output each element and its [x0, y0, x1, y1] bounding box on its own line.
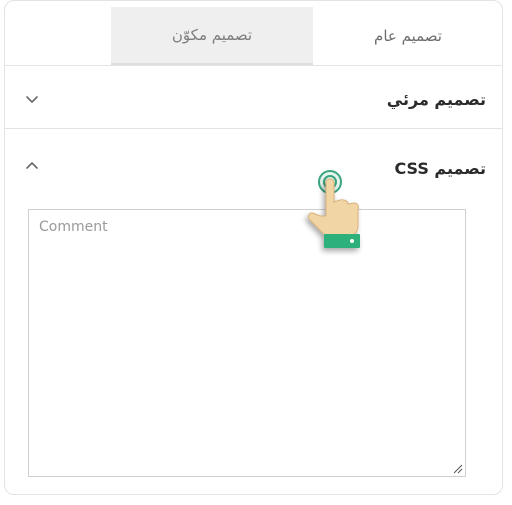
tab-component-design[interactable]: تصميم مكوّن	[111, 7, 313, 65]
chevron-up-icon[interactable]	[25, 159, 39, 173]
css-comment-box	[28, 209, 466, 477]
tab-bar: تصميم عام تصميم مكوّن	[5, 1, 502, 65]
divider	[5, 128, 502, 129]
divider	[5, 65, 502, 66]
tab-component-design-label: تصميم مكوّن	[171, 26, 253, 44]
chevron-down-icon[interactable]	[25, 92, 39, 106]
section-visual-design-header[interactable]: تصميم مرئي	[5, 75, 502, 125]
section-css-design-title: تصميم CSS	[394, 159, 486, 178]
tab-general-design-label: تصميم عام	[374, 27, 442, 45]
section-css-design-header[interactable]: تصميم CSS	[5, 144, 502, 194]
hand-pointer-icon	[308, 170, 360, 248]
comment-textarea[interactable]	[29, 210, 465, 476]
tab-general-design[interactable]: تصميم عام	[313, 7, 502, 65]
section-visual-design-title: تصميم مرئي	[386, 90, 486, 109]
design-panel: تصميم عام تصميم مكوّن تصميم مرئي تصميم C…	[4, 0, 503, 495]
resize-grip-icon[interactable]	[451, 462, 463, 474]
